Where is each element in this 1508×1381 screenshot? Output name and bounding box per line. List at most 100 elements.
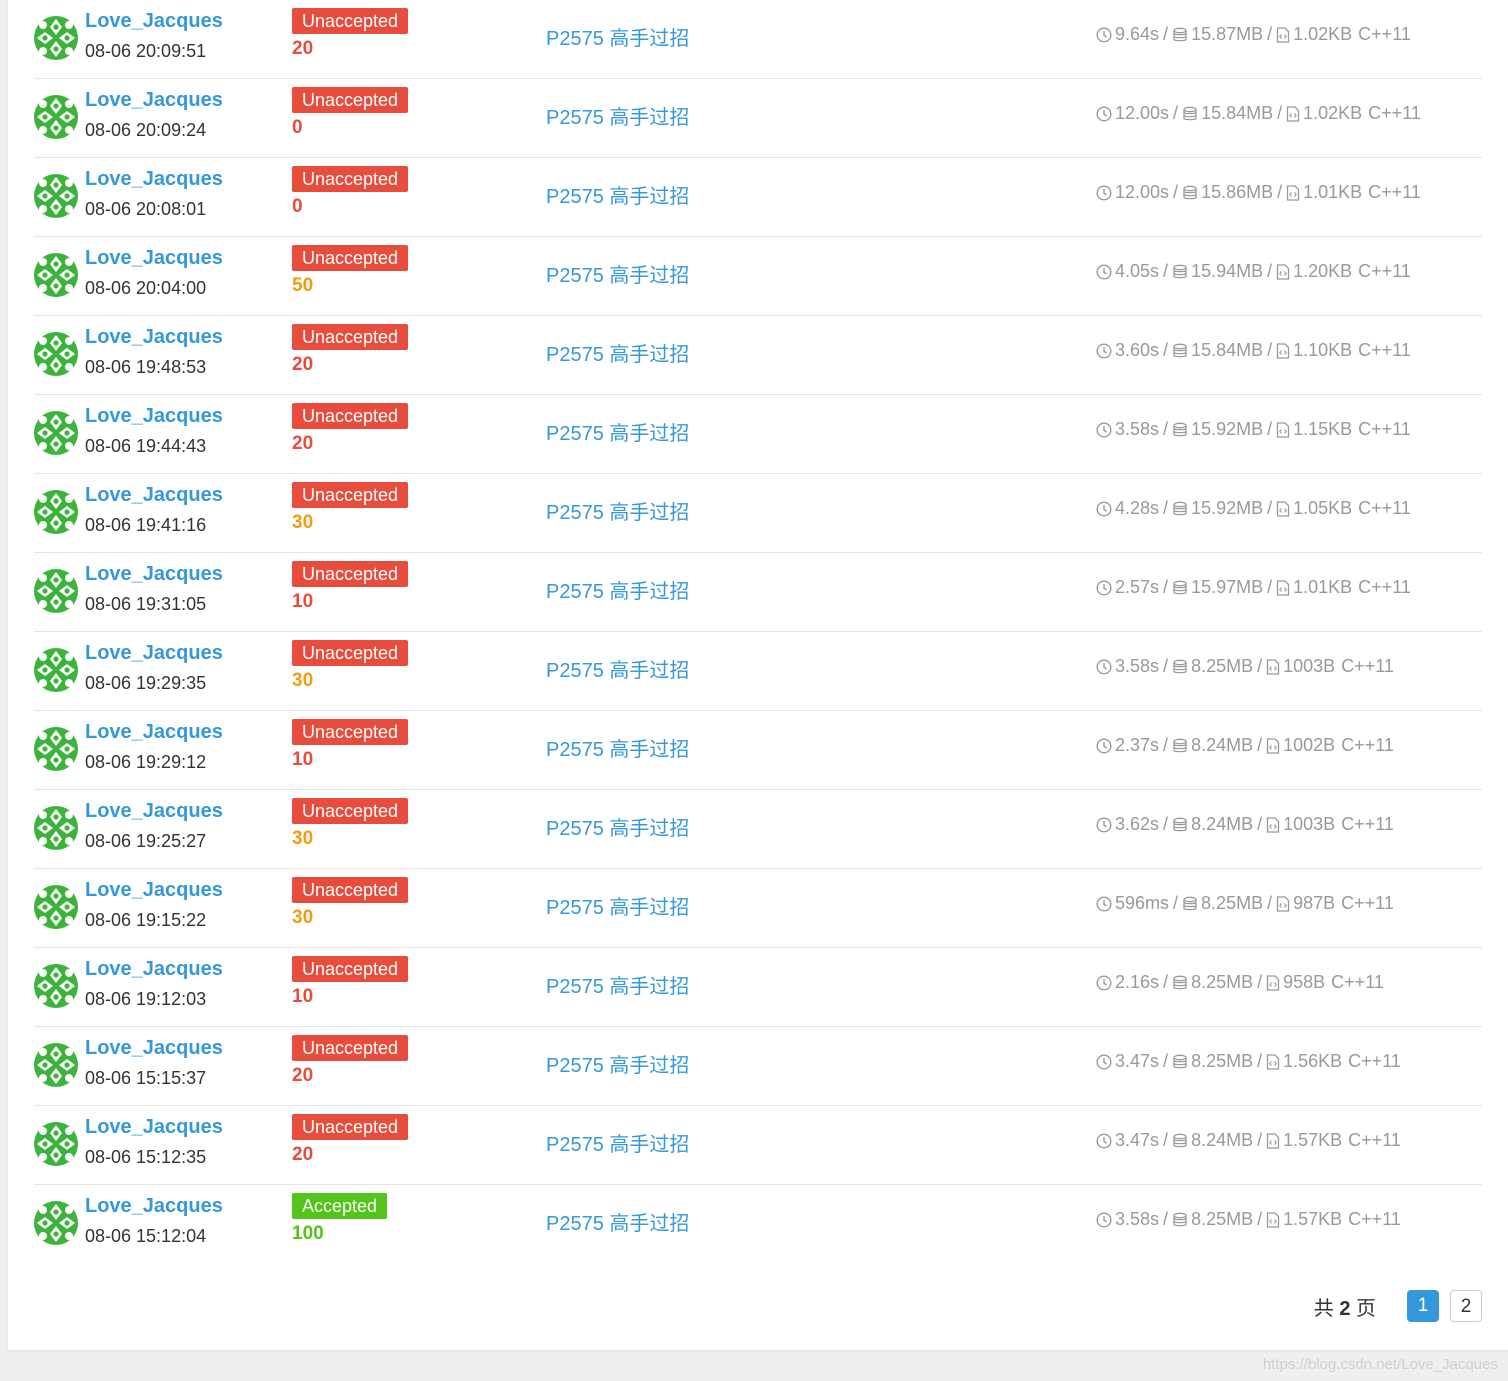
status-badge[interactable]: Unaccepted (292, 719, 409, 745)
submission-stats: 4.05s/15.94MB/1.20KB C++11 (1096, 261, 1411, 282)
submission-stats: 596ms/8.25MB/987B C++11 (1096, 893, 1394, 914)
problem-link[interactable]: P2575 高手过招 (546, 338, 689, 367)
status-badge[interactable]: Unaccepted (292, 324, 409, 350)
database-icon (1172, 264, 1188, 280)
avatar[interactable] (34, 174, 78, 218)
avatar[interactable] (34, 1043, 78, 1087)
submit-time: 08-06 20:09:51 (85, 41, 207, 61)
clock-icon (1096, 1053, 1112, 1070)
avatar[interactable] (34, 806, 78, 850)
separator: / (1163, 1209, 1169, 1229)
problem-link[interactable]: P2575 高手过招 (546, 654, 689, 683)
database-icon (1172, 422, 1188, 438)
avatar[interactable] (34, 885, 78, 929)
status-badge[interactable]: Unaccepted (292, 640, 409, 666)
problem-link[interactable]: P2575 高手过招 (546, 496, 689, 525)
submission-row: Love_Jacques 08-06 19:44:43 Unaccepted 20 P2… (34, 395, 1482, 474)
status-badge[interactable]: Unaccepted (292, 877, 409, 903)
status-badge[interactable]: Unaccepted (292, 8, 409, 34)
submission-row: Love_Jacques 08-06 19:29:35 Unaccepted 30 P2… (34, 632, 1482, 711)
username-link[interactable]: Love_Jacques (85, 405, 223, 428)
avatar[interactable] (34, 1201, 78, 1245)
problem-link[interactable]: P2575 高手过招 (546, 812, 689, 841)
problem-link[interactable]: P2575 高手过招 (546, 180, 689, 209)
problem-link[interactable]: P2575 高手过招 (546, 891, 689, 920)
username-link[interactable]: Love_Jacques (85, 10, 223, 33)
username-link[interactable]: Love_Jacques (85, 879, 223, 902)
problem-link[interactable]: P2575 高手过招 (546, 1128, 689, 1157)
avatar[interactable] (34, 16, 78, 60)
status-badge[interactable]: Unaccepted (292, 1114, 409, 1140)
username-link[interactable]: Love_Jacques (85, 958, 223, 981)
username-link[interactable]: Love_Jacques (85, 247, 223, 270)
avatar[interactable] (34, 727, 78, 771)
username-link[interactable]: Love_Jacques (85, 1195, 223, 1218)
avatar[interactable] (34, 1122, 78, 1166)
status-badge[interactable]: Unaccepted (292, 1035, 409, 1061)
username-link[interactable]: Love_Jacques (85, 642, 223, 665)
avatar[interactable] (34, 569, 78, 613)
code-size: 958B (1283, 972, 1326, 992)
submission-row: Love_Jacques 08-06 19:31:05 Unaccepted 10 P2… (34, 553, 1482, 632)
avatar[interactable] (34, 411, 78, 455)
problem-link[interactable]: P2575 高手过招 (546, 970, 689, 999)
submission-row: Love_Jacques 08-06 20:08:01 Unaccepted 0 P25… (34, 158, 1482, 237)
separator: / (1163, 1051, 1169, 1071)
username-link[interactable]: Love_Jacques (85, 1037, 223, 1060)
avatar[interactable] (34, 964, 78, 1008)
problem-link[interactable]: P2575 高手过招 (546, 101, 689, 130)
runtime: 3.58s (1115, 656, 1160, 676)
runtime: 12.00s (1115, 103, 1170, 123)
status-badge[interactable]: Unaccepted (292, 166, 409, 192)
status-badge[interactable]: Accepted (292, 1193, 388, 1219)
separator: / (1277, 182, 1283, 202)
submit-time: 08-06 15:12:35 (85, 1147, 207, 1167)
avatar[interactable] (34, 648, 78, 692)
language: C++11 (1358, 577, 1411, 597)
status-badge[interactable]: Unaccepted (292, 403, 409, 429)
separator: / (1163, 24, 1169, 44)
submission-row: Love_Jacques 08-06 19:41:16 Unaccepted 30 P2… (34, 474, 1482, 553)
username-link[interactable]: Love_Jacques (85, 721, 223, 744)
status-badge[interactable]: Unaccepted (292, 87, 409, 113)
score: 20 (292, 1065, 314, 1086)
problem-link[interactable]: P2575 高手过招 (546, 1049, 689, 1078)
problem-link[interactable]: P2575 高手过招 (546, 417, 689, 446)
memory: 15.92MB (1191, 419, 1264, 439)
username-link[interactable]: Love_Jacques (85, 484, 223, 507)
problem-link[interactable]: P2575 高手过招 (546, 259, 689, 288)
language: C++11 (1341, 814, 1394, 834)
problem-link[interactable]: P2575 高手过招 (546, 733, 689, 762)
avatar[interactable] (34, 253, 78, 297)
language: C++11 (1358, 24, 1411, 44)
avatar[interactable] (34, 332, 78, 376)
username-link[interactable]: Love_Jacques (85, 89, 223, 112)
status-badge[interactable]: Unaccepted (292, 561, 409, 587)
status-badge[interactable]: Unaccepted (292, 245, 409, 271)
username-link[interactable]: Love_Jacques (85, 800, 223, 823)
separator: / (1173, 103, 1179, 123)
separator: / (1163, 577, 1169, 597)
submission-stats: 3.60s/15.84MB/1.10KB C++11 (1096, 340, 1411, 361)
username-link[interactable]: Love_Jacques (85, 1116, 223, 1139)
avatar[interactable] (34, 490, 78, 534)
problem-link[interactable]: P2575 高手过招 (546, 1207, 689, 1236)
code-size: 1.57KB (1283, 1130, 1343, 1150)
page-button-1[interactable]: 1 (1407, 1290, 1439, 1322)
language: C++11 (1341, 656, 1394, 676)
status-badge[interactable]: Unaccepted (292, 798, 409, 824)
username-link[interactable]: Love_Jacques (85, 168, 223, 191)
language: C++11 (1358, 498, 1411, 518)
username-link[interactable]: Love_Jacques (85, 326, 223, 349)
submission-stats: 3.58s/15.92MB/1.15KB C++11 (1096, 419, 1411, 440)
username-link[interactable]: Love_Jacques (85, 563, 223, 586)
status-badge[interactable]: Unaccepted (292, 956, 409, 982)
memory: 15.87MB (1191, 24, 1264, 44)
problem-link[interactable]: P2575 高手过招 (546, 22, 689, 51)
separator: / (1163, 419, 1169, 439)
avatar[interactable] (34, 95, 78, 139)
page-button-2[interactable]: 2 (1450, 1290, 1482, 1322)
status-badge[interactable]: Unaccepted (292, 482, 409, 508)
problem-link[interactable]: P2575 高手过招 (546, 575, 689, 604)
code-size: 1003B (1283, 814, 1336, 834)
